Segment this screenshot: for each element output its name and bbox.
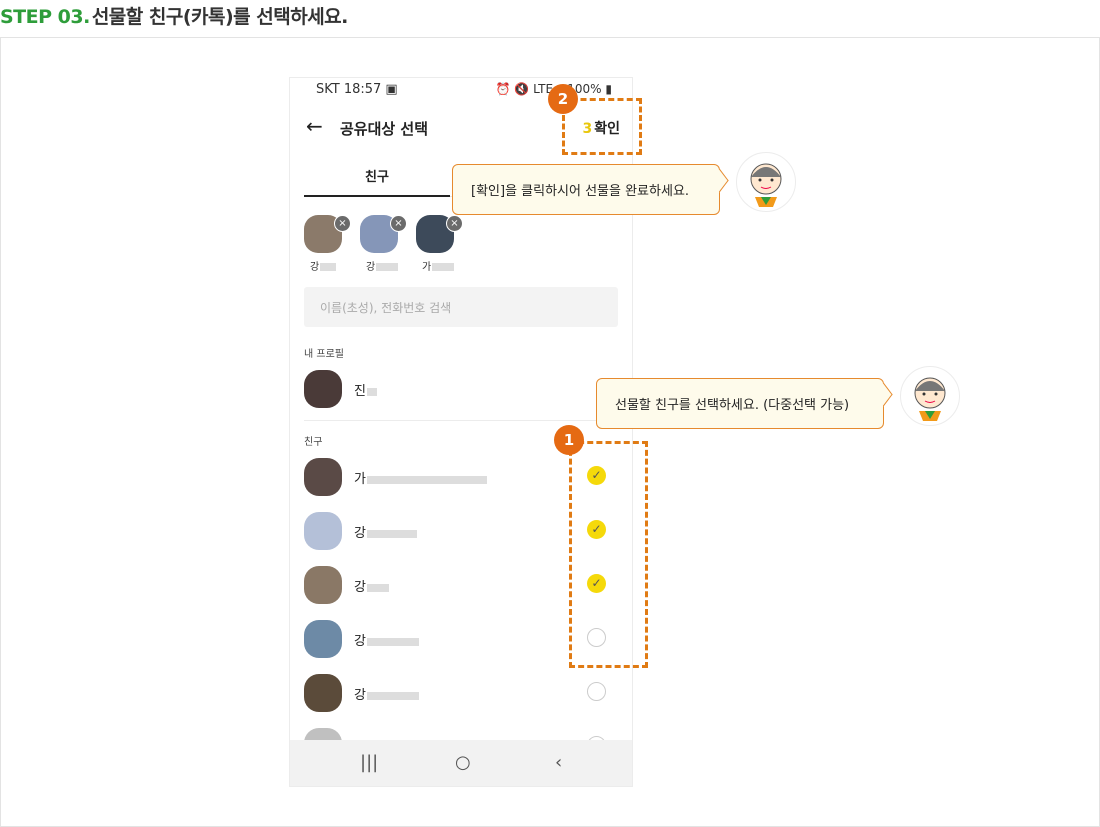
avatar xyxy=(304,620,342,658)
status-carrier-time: SKT 18:57 ▣ xyxy=(316,82,398,97)
selected-friend-name: 강 xyxy=(366,258,399,273)
checkbox-unchecked[interactable] xyxy=(587,682,606,701)
selected-friends: × 강 × 강 × 가 xyxy=(304,215,624,275)
back-nav-icon[interactable]: ‹ xyxy=(555,752,562,773)
section-my-profile: 내 프로필 xyxy=(304,349,344,360)
search-placeholder: 이름(초성), 전화번호 검색 xyxy=(320,301,452,315)
selected-friend-name: 가 xyxy=(422,258,455,273)
remove-icon[interactable]: × xyxy=(446,215,463,232)
guide-character-icon xyxy=(736,152,796,212)
friend-row[interactable]: 강 xyxy=(304,674,618,728)
avatar xyxy=(304,370,342,408)
tab-friends[interactable]: 친구 xyxy=(304,166,450,185)
recent-apps-icon[interactable]: ||| xyxy=(360,752,378,773)
avatar xyxy=(304,512,342,550)
my-profile-name: 진 xyxy=(354,380,377,399)
friend-name: 강 xyxy=(354,630,419,649)
divider xyxy=(304,420,618,421)
home-icon[interactable]: ○ xyxy=(455,752,471,773)
my-profile-row[interactable]: 진 xyxy=(304,370,618,424)
search-input[interactable]: 이름(초성), 전화번호 검색 xyxy=(304,287,618,327)
callout-bubble-select: 선물할 친구를 선택하세요. (다중선택 가능) xyxy=(596,378,884,429)
friend-name: 가 xyxy=(354,468,487,487)
remove-icon[interactable]: × xyxy=(390,215,407,232)
selected-friend: × 강 xyxy=(304,215,354,275)
friend-name: 강 xyxy=(354,684,419,703)
step-marker-1: 1 xyxy=(554,425,584,455)
step-number: STEP 03. xyxy=(0,6,90,28)
page-title: 공유대상 선택 xyxy=(340,120,429,138)
avatar xyxy=(304,566,342,604)
guide-character-icon xyxy=(900,366,960,426)
selected-friend: × 가 xyxy=(416,215,466,275)
active-tab-indicator xyxy=(304,195,450,197)
android-nav-bar: ||| ○ ‹ xyxy=(290,740,632,786)
avatar xyxy=(304,458,342,496)
friend-name: 강 xyxy=(354,522,417,541)
selected-friend-name: 강 xyxy=(310,258,337,273)
avatar xyxy=(304,674,342,712)
remove-icon[interactable]: × xyxy=(334,215,351,232)
friend-name: 강 xyxy=(354,576,389,595)
selected-friend: × 강 xyxy=(360,215,410,275)
callout-text: 선물할 친구를 선택하세요. (다중선택 가능) xyxy=(615,398,850,413)
highlight-checkboxes xyxy=(569,441,648,668)
callout-bubble-confirm: [확인]을 클릭하시어 선물을 완료하세요. xyxy=(452,164,720,215)
callout-text: [확인]을 클릭하시어 선물을 완료하세요. xyxy=(471,184,690,199)
step-title: STEP 03. 선물할 친구(카톡)를 선택하세요. xyxy=(0,2,348,29)
step-marker-2: 2 xyxy=(548,84,578,114)
step-text: 선물할 친구(카톡)를 선택하세요. xyxy=(91,6,349,28)
back-arrow-icon[interactable]: ← xyxy=(306,114,323,138)
section-friends: 친구 xyxy=(304,437,323,448)
